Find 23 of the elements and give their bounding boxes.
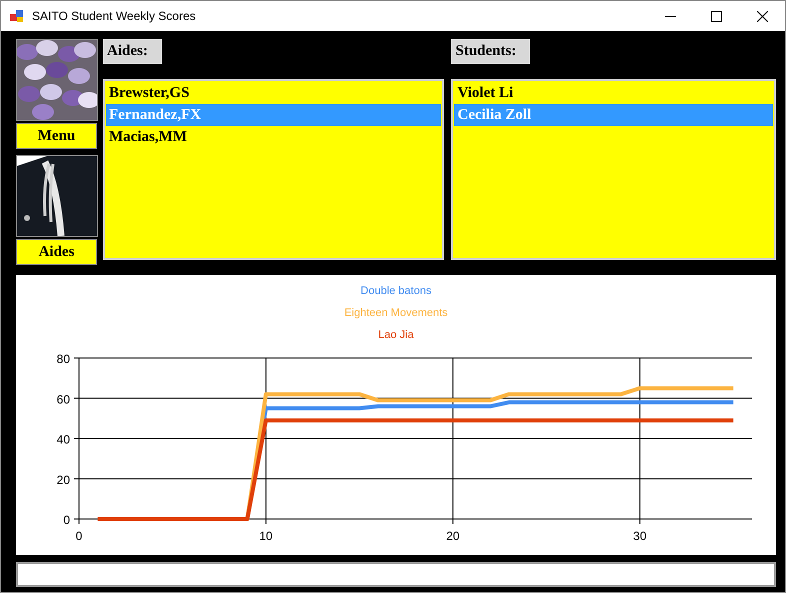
axis-label: 0 — [63, 513, 70, 527]
axis-label: 60 — [56, 392, 70, 406]
nav-button[interactable]: Aides — [16, 239, 97, 265]
axis-label: 10 — [259, 529, 273, 543]
list-item[interactable]: Brewster,GS — [106, 82, 442, 104]
app-icon — [10, 9, 24, 23]
legend-label: Lao Jia — [378, 329, 414, 341]
legend-label: Eighteen Movements — [344, 307, 448, 319]
axis-label: 40 — [56, 432, 70, 446]
axis-label: 0 — [76, 529, 82, 543]
axis-label: 20 — [56, 472, 70, 487]
close-icon[interactable] — [757, 10, 768, 22]
list-item[interactable]: Macias,MM — [106, 126, 442, 148]
axis-label: 80 — [56, 352, 70, 366]
list-label: Students: — [451, 39, 530, 64]
legend-label: Double batons — [360, 285, 432, 297]
list-item[interactable]: Violet Li — [454, 82, 773, 104]
list-label: Aides: — [103, 39, 162, 64]
window-title: SAITO Student Weekly Scores — [32, 9, 196, 23]
nav-button[interactable]: Menu — [16, 123, 97, 149]
axis-label: 20 — [446, 529, 460, 543]
maximize-icon[interactable] — [711, 10, 722, 22]
axis-label: 30 — [633, 529, 647, 543]
